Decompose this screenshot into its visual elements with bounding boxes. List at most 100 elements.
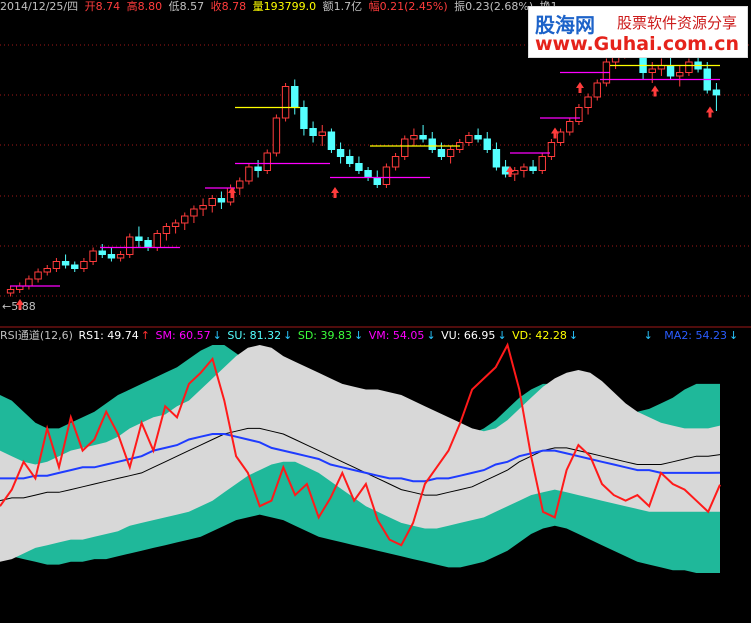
indicator-name: RSI通道(12,6) (0, 329, 73, 342)
candle-body (364, 170, 372, 178)
indicator-header: RSI通道(12,6) RS1: 49.74 ↑ SM: 60.57 ↓ SU: 8… (0, 329, 740, 343)
candle-body (34, 271, 42, 280)
candle-body (199, 205, 207, 210)
candle-body (327, 131, 336, 150)
candle-body (190, 208, 198, 217)
candle-body (382, 166, 391, 185)
low-price-marker: ←5.88 (2, 300, 36, 313)
candle-body (153, 233, 161, 248)
candle-body (566, 121, 574, 133)
vm-arrow-down-icon: ↓ (426, 329, 436, 342)
candle-body (291, 86, 299, 108)
vu-arrow-down-icon: ↓ (497, 329, 507, 342)
candle-body (373, 177, 381, 185)
quote-amplitude: 振0.23(2.68%) (454, 0, 534, 13)
logo-tagline: 股票软件资源分享 (617, 14, 738, 32)
candle-body (676, 72, 684, 77)
candle-body (300, 107, 308, 129)
candle-body (318, 131, 326, 136)
candle-body (126, 236, 134, 255)
indicator-vd: VD: 42.28 (512, 329, 567, 342)
candle-body (6, 289, 15, 294)
candle-body (162, 226, 171, 234)
indicator-vu: VU: 66.95 (441, 329, 496, 342)
candle-body (492, 149, 501, 168)
su-arrow-down-icon: ↓ (283, 329, 293, 342)
candle-body (107, 254, 116, 259)
candle-body (309, 128, 317, 136)
candle-body (245, 166, 253, 182)
candle-body (474, 135, 482, 140)
candle-body (465, 135, 473, 143)
candle-body (419, 135, 427, 140)
candle-body (116, 254, 125, 259)
candle-body (575, 107, 583, 122)
candle-body (648, 68, 656, 73)
vd-arrow-down-icon: ↓ (568, 329, 579, 342)
candle-body (483, 138, 491, 150)
indicator-su: SU: 81.32 (227, 329, 282, 342)
candle-body (346, 156, 354, 164)
candle-body (89, 250, 97, 262)
candle-body (391, 156, 400, 168)
sm-arrow-down-icon: ↓ (212, 329, 222, 342)
candle-body (171, 222, 180, 227)
candle-body (410, 135, 418, 140)
candle-body (355, 163, 363, 171)
candle-body (25, 278, 33, 287)
indicator-ma2: MA2: 54.23 (664, 329, 728, 342)
quote-amount: 额1.7亿 (322, 0, 363, 13)
candle-body (712, 89, 721, 96)
candle-body (281, 86, 290, 119)
ma2-arrow-down-icon: ↓ (729, 329, 739, 342)
quote-header: 2014/12/25/四 开8.74 高8.80 低8.57 收8.78 量19… (0, 0, 561, 14)
candle-body (529, 166, 537, 171)
quote-change: 幅0.21(2.45%) (368, 0, 448, 13)
candle-body (685, 61, 693, 73)
buy-arrow-icon (576, 82, 584, 93)
quote-volume: 量193799.0 (252, 0, 317, 13)
candle-body (538, 156, 546, 171)
candle-body (98, 250, 106, 255)
candle-body (666, 65, 675, 77)
candle-body (520, 166, 528, 171)
candle-body (556, 131, 565, 143)
candle-body (135, 236, 143, 241)
candle-body (144, 240, 152, 248)
candle-body (336, 149, 345, 157)
candle-body (61, 261, 70, 266)
buy-arrow-icon (706, 106, 714, 118)
indicator-rs1: RS1: 49.74 (78, 329, 139, 342)
candle-body (43, 268, 51, 273)
candle-body (547, 142, 556, 157)
candle-body (254, 166, 262, 171)
candle-body (217, 198, 226, 203)
candle-body (181, 215, 189, 224)
sd-arrow-down-icon: ↓ (354, 329, 364, 342)
candle-body (428, 138, 436, 150)
candle-body (401, 138, 409, 157)
candle-body (52, 261, 61, 269)
indicator-sm: SM: 60.57 (155, 329, 211, 342)
candle-body (437, 149, 446, 157)
extra-arrow-down-icon: ↓ (643, 329, 653, 342)
logo-url: www.Guhai.com.cn (535, 33, 739, 55)
quote-low: 低8.57 (168, 0, 205, 13)
candle-body (446, 149, 455, 157)
quote-open: 开8.74 (84, 0, 121, 13)
candle-body (71, 264, 79, 269)
site-logo: 股海网 股票软件资源分享 www.Guhai.com.cn (528, 6, 748, 58)
indicator-sd: SD: 39.83 (297, 329, 352, 342)
chart-window: 2014/12/25/四 开8.74 高8.80 低8.57 收8.78 量19… (0, 0, 751, 623)
candle-body (272, 117, 281, 154)
candle-body (263, 152, 271, 171)
chart-canvas[interactable] (0, 0, 751, 623)
quote-close: 收8.78 (210, 0, 247, 13)
quote-high: 高8.80 (126, 0, 163, 13)
candle-body (593, 82, 601, 98)
candle-body (80, 261, 88, 269)
candle-body (208, 198, 216, 206)
rs1-arrow-up-icon: ↑ (140, 329, 150, 342)
indicator-vm: VM: 54.05 (368, 329, 425, 342)
candle-body (236, 180, 244, 189)
